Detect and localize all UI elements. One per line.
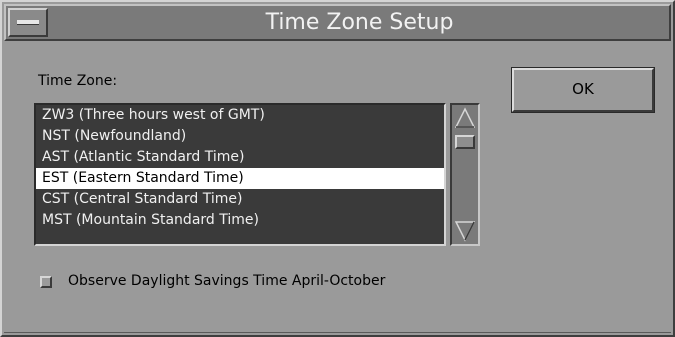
list-item[interactable]: CST (Central Standard Time)	[36, 189, 444, 210]
list-scrollbar[interactable]	[450, 103, 480, 246]
list-item[interactable]: AST (Atlantic Standard Time)	[36, 147, 444, 168]
list-item[interactable]: NST (Newfoundland)	[36, 126, 444, 147]
window-menu-icon	[17, 20, 39, 25]
list-item[interactable]: ZW3 (Three hours west of GMT)	[36, 105, 444, 126]
dst-checkbox[interactable]	[40, 276, 52, 288]
time-zone-list[interactable]: ZW3 (Three hours west of GMT) NST (Newfo…	[34, 103, 446, 246]
scroll-down-arrow-icon[interactable]	[455, 220, 475, 242]
ok-button-label: OK	[572, 80, 594, 98]
bottom-divider	[4, 332, 671, 333]
ok-button[interactable]: OK	[511, 67, 655, 113]
list-item-selected[interactable]: EST (Eastern Standard Time)	[36, 168, 444, 189]
window-title: Time Zone Setup	[265, 10, 454, 35]
list-item[interactable]: MST (Mountain Standard Time)	[36, 210, 444, 231]
title-bar[interactable]: Time Zone Setup	[4, 4, 671, 41]
window-menu-button[interactable]	[8, 8, 48, 37]
dst-checkbox-label[interactable]: Observe Daylight Savings Time April-Octo…	[68, 273, 385, 289]
time-zone-label: Time Zone:	[38, 73, 118, 89]
scroll-up-arrow-icon[interactable]	[455, 107, 475, 129]
scroll-thumb[interactable]	[455, 135, 475, 149]
time-zone-setup-dialog: Time Zone Setup Time Zone: ZW3 (Three ho…	[0, 0, 675, 337]
